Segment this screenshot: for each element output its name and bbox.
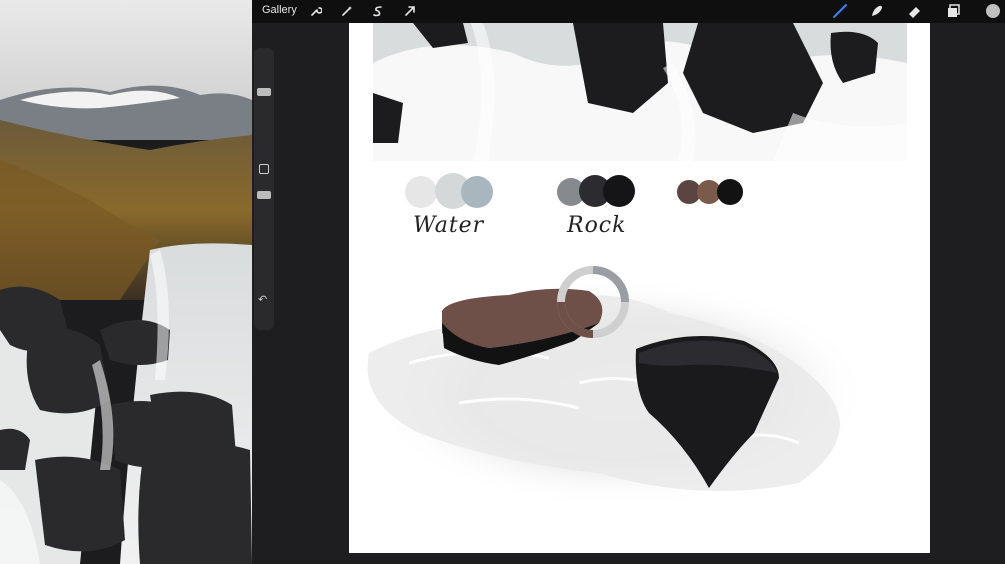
brush-icon[interactable] xyxy=(832,3,848,19)
eyedropper-loupe xyxy=(555,264,631,340)
brush-size-slider[interactable] xyxy=(257,88,271,96)
top-toolbar: Gallery xyxy=(252,0,1005,23)
undo-icon[interactable]: ↶ xyxy=(258,293,267,306)
eraser-icon[interactable] xyxy=(907,3,923,19)
modify-button[interactable] xyxy=(259,164,269,174)
reference-photo-panel[interactable] xyxy=(0,0,252,564)
transform-arrow-icon[interactable] xyxy=(402,3,418,19)
brush-sidebar: ↶ xyxy=(254,48,274,330)
layers-icon[interactable] xyxy=(946,3,962,19)
magic-wand-icon[interactable] xyxy=(339,3,355,19)
smudge-icon[interactable] xyxy=(869,3,885,19)
selection-icon[interactable] xyxy=(370,3,386,19)
brown-swatch-3[interactable] xyxy=(717,179,743,205)
water-label: Water xyxy=(413,213,485,238)
rock-swatch-3[interactable] xyxy=(603,175,635,207)
gallery-button[interactable]: Gallery xyxy=(262,4,297,16)
wrench-icon[interactable] xyxy=(308,3,324,19)
color-picker-icon[interactable] xyxy=(985,3,1001,19)
water-swatch-3[interactable] xyxy=(461,176,493,208)
reference-image-on-canvas[interactable] xyxy=(373,23,907,161)
rock-label: Rock xyxy=(567,213,627,238)
opacity-slider[interactable] xyxy=(257,191,271,199)
water-swatch-1[interactable] xyxy=(405,176,437,208)
reference-photo xyxy=(0,0,252,564)
